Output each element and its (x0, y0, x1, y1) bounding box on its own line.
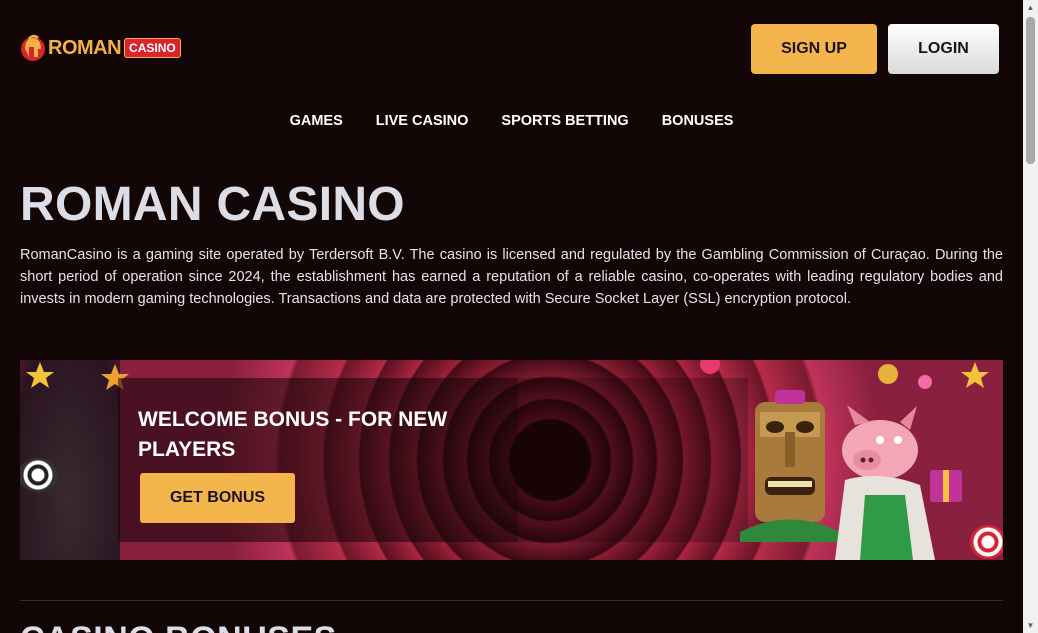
casino-chip-icon (970, 525, 1003, 559)
spartan-helmet-icon (21, 34, 45, 61)
logo-badge: CASINO (124, 38, 181, 58)
banner-title: WELCOME BONUS - FOR NEW PLAYERS (138, 408, 448, 461)
vertical-scrollbar[interactable]: ▲ ▼ (1023, 0, 1038, 633)
nav-item-bonuses[interactable]: BONUSES (662, 113, 734, 129)
section-divider (20, 600, 1003, 601)
arrow-up-icon[interactable]: ▲ (1023, 0, 1038, 15)
sign-up-button[interactable]: SIGN UP (751, 24, 877, 74)
get-bonus-button[interactable]: GET BONUS (140, 473, 295, 523)
banner-overlay-secondary (518, 378, 748, 542)
arrow-down-icon[interactable]: ▼ (1023, 618, 1038, 633)
page: ROMAN CASINO SIGN UP LOGIN GAMES LIVE CA… (0, 0, 1023, 633)
site-logo[interactable]: ROMAN CASINO (19, 31, 181, 65)
intro-paragraph: RomanCasino is a gaming site operated by… (20, 247, 1003, 307)
welcome-bonus-banner: WELCOME BONUS - FOR NEW PLAYERS GET BONU… (20, 360, 1003, 560)
nav-item-games[interactable]: GAMES (290, 113, 343, 129)
logo-text: ROMAN (48, 36, 122, 59)
page-title: ROMAN CASINO (20, 178, 405, 231)
main-nav: GAMES LIVE CASINO SPORTS BETTING BONUSES (0, 113, 1023, 129)
nav-item-sports-betting[interactable]: SPORTS BETTING (501, 113, 628, 129)
login-button[interactable]: LOGIN (888, 24, 999, 74)
scrollbar-thumb[interactable] (1026, 17, 1035, 164)
pig-character-art (835, 405, 962, 560)
nav-item-live-casino[interactable]: LIVE CASINO (376, 113, 469, 129)
section-heading: CASINO BONUSES (20, 620, 337, 633)
